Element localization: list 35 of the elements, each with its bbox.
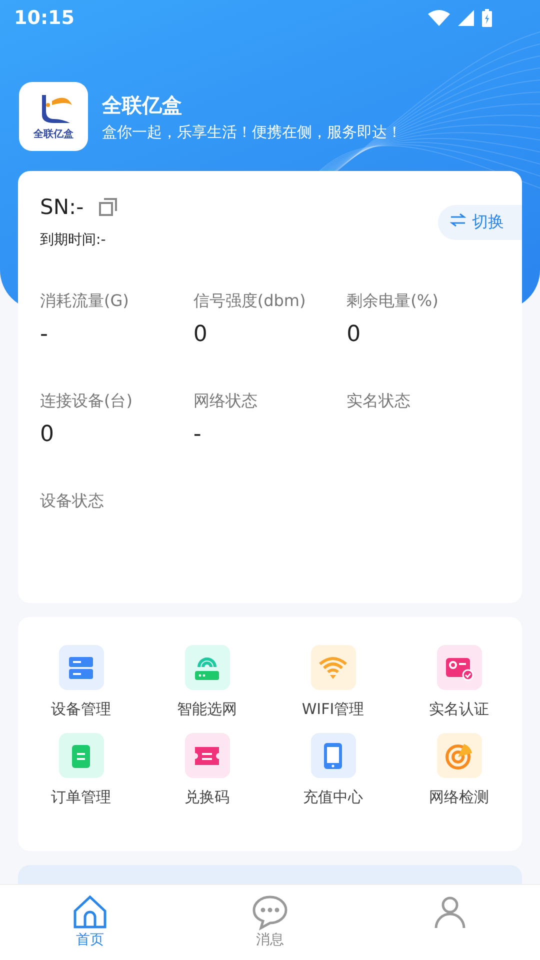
function-item[interactable]: 兑换码 [144,733,270,807]
stat-value: - [193,422,202,447]
stat-label: 设备状态 [40,491,105,512]
function-item[interactable]: 网络检测 [396,733,522,807]
cell-signal-icon [458,10,474,26]
stat-label: 实名状态 [346,391,412,412]
serial-number: SN:- [40,195,84,219]
stat-value: 0 [40,422,55,447]
stat-label: 网络状态 [193,391,258,412]
swap-arrows-icon [450,213,466,227]
app-logo: 全联亿盒 [19,82,88,151]
stat-label: 消耗流量(G) [40,291,130,312]
expiry-date: 到期时间:- [40,231,107,249]
function-item[interactable]: 订单管理 [18,733,144,807]
stat-label: 连接设备(台) [40,391,134,412]
wifi-signal-icon [428,10,450,26]
stat-value: 0 [346,322,362,347]
function-item[interactable]: 充值中心 [270,733,396,807]
function-item[interactable]: 设备管理 [18,645,144,719]
app-slogan: 盒你一起，乐享生活！便携在侧，服务即达！ [102,122,402,142]
home-tab[interactable]: 首页 [40,885,140,960]
stat-label: 信号强度(dbm) [193,291,307,312]
stat-value: - [40,322,49,347]
function-item[interactable]: WIFI管理 [270,645,396,719]
status-time: 10:15 [14,7,74,29]
app-title: 全联亿盒 [102,92,183,118]
stat-value: 0 [193,322,208,347]
copy-icon[interactable] [98,197,118,217]
home-icon [71,893,109,931]
chat-bubble-icon [251,893,289,931]
battery-icon [482,9,492,27]
function-item[interactable]: 智能选网 [144,645,270,719]
function-item[interactable]: 实名认证 [396,645,522,719]
stat-label: 剩余电量(%) [346,291,440,312]
message-tab[interactable]: 消息 [220,885,320,960]
